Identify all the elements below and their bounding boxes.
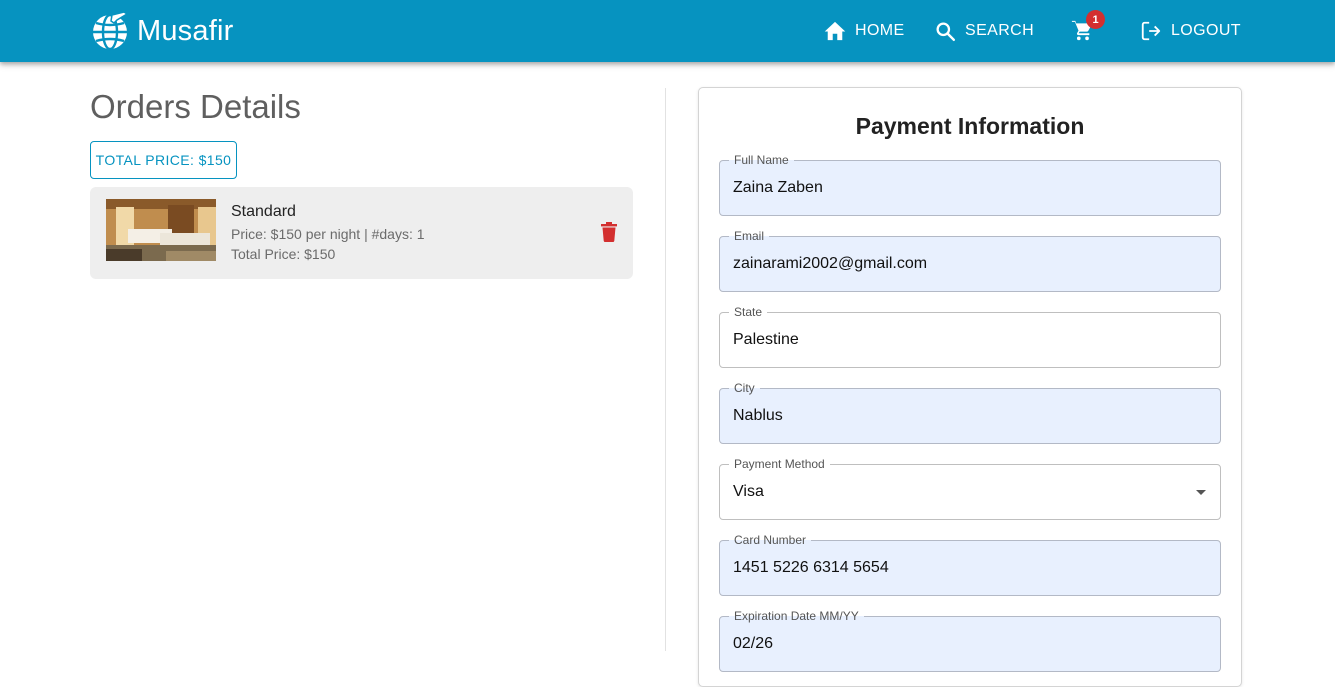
full-name-label: Full Name <box>729 153 794 167</box>
payment-form: Payment Information Full Name Zaina Zabe… <box>698 87 1242 687</box>
order-item: Standard Price: $150 per night | #days: … <box>90 187 633 279</box>
orders-title: Orders Details <box>90 88 301 125</box>
expiration-date-field[interactable]: Expiration Date MM/YY 02/26 <box>719 609 1221 672</box>
order-item-price: Price: $150 per night | #days: 1 <box>231 226 425 242</box>
order-item-total: Total Price: $150 <box>231 246 336 262</box>
card-number-label: Card Number <box>729 533 812 547</box>
nav-cart[interactable]: 1 <box>1071 0 1105 62</box>
expiration-date-value: 02/26 <box>733 635 774 652</box>
full-name-value: Zaina Zaben <box>733 179 823 196</box>
city-label: City <box>729 381 760 395</box>
delete-order-button[interactable] <box>599 222 619 244</box>
brand-name: Musafir <box>137 14 234 47</box>
state-value: Palestine <box>733 331 799 348</box>
search-icon <box>936 21 956 41</box>
home-icon <box>824 21 846 41</box>
order-item-name: Standard <box>231 203 296 220</box>
nav-logout[interactable]: LOGOUT <box>1140 0 1241 62</box>
column-divider <box>665 88 666 651</box>
payment-title: Payment Information <box>855 113 1085 139</box>
nav-home[interactable]: HOME <box>824 0 905 62</box>
payment-method-value: Visa <box>733 483 764 500</box>
logout-icon <box>1141 21 1161 41</box>
dropdown-arrow-icon <box>1196 490 1206 495</box>
room-thumbnail <box>106 199 216 261</box>
email-field[interactable]: Email zainarami2002@gmail.com <box>719 229 1221 292</box>
full-name-field[interactable]: Full Name Zaina Zaben <box>719 153 1221 216</box>
card-number-field[interactable]: Card Number 1451 5226 6314 5654 <box>719 533 1221 596</box>
state-label: State <box>729 305 768 319</box>
payment-method-select[interactable]: Payment Method Visa <box>719 457 1221 520</box>
city-field[interactable]: City Nablus <box>719 381 1221 444</box>
app-bar: Musafir HOME SEARCH 1 LOGOUT <box>0 0 1335 62</box>
trash-icon <box>601 222 617 242</box>
globe-plane-icon <box>93 11 129 51</box>
nav-search[interactable]: SEARCH <box>935 0 1034 62</box>
cart-count-badge: 1 <box>1086 10 1105 29</box>
brand-link[interactable]: Musafir <box>90 10 233 52</box>
total-price-button[interactable]: TOTAL PRICE: $150 <box>90 141 237 179</box>
expiration-date-label: Expiration Date MM/YY <box>729 609 864 623</box>
nav-search-label: SEARCH <box>965 22 1035 39</box>
payment-method-label: Payment Method <box>729 457 830 471</box>
nav-home-label: HOME <box>855 22 905 39</box>
state-field[interactable]: State Palestine <box>719 305 1221 368</box>
email-label: Email <box>729 229 770 243</box>
email-value: zainarami2002@gmail.com <box>733 255 928 272</box>
city-value: Nablus <box>733 407 783 424</box>
card-number-value: 1451 5226 6314 5654 <box>733 559 889 576</box>
nav-logout-label: LOGOUT <box>1171 22 1241 39</box>
